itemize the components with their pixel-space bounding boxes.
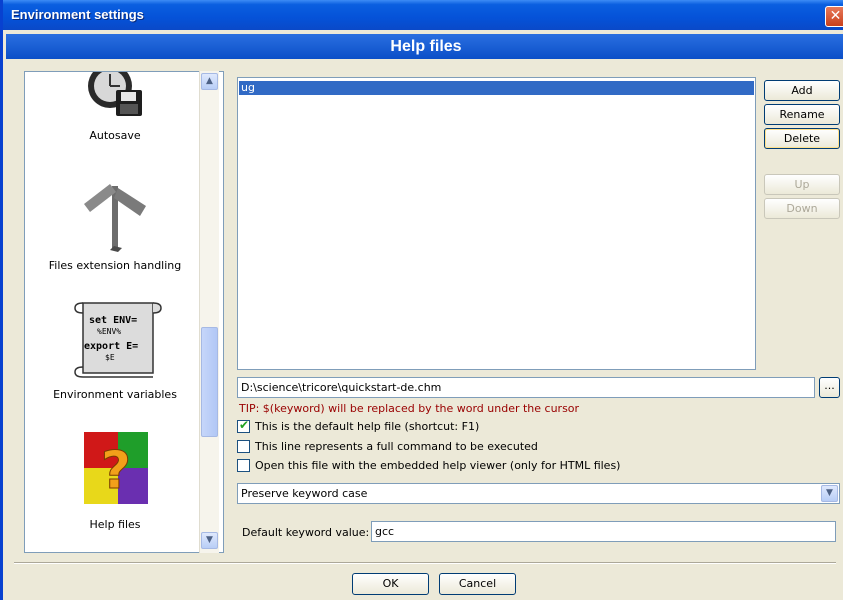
up-button[interactable]: Up (764, 174, 840, 195)
sidebar-item-label: Environment variables (53, 388, 177, 401)
environment-settings-window: Environment settings ✕ Help files Autosa… (0, 0, 843, 600)
close-icon[interactable]: ✕ (825, 6, 843, 27)
sidebar-item-environment-variables[interactable]: set ENV= %ENV% export E= $E (25, 297, 205, 383)
page-title: Help files (6, 34, 843, 59)
delete-button[interactable]: Delete (764, 128, 840, 149)
sidebar-item-label: Files extension handling (48, 259, 182, 272)
category-sidebar[interactable]: Autosave Files extension handling set EN… (24, 71, 224, 553)
checkbox-label[interactable]: Open this file with the embedded help vi… (255, 459, 620, 472)
checkbox-label[interactable]: This line represents a full command to b… (255, 440, 538, 453)
help-file-path-input[interactable]: D:\science\tricore\quickstart-de.chm (237, 377, 815, 398)
checkbox-box[interactable] (237, 459, 250, 472)
scroll-line: export E= (84, 341, 138, 352)
help-glyph: ? (101, 441, 131, 501)
down-button[interactable]: Down (764, 198, 840, 219)
list-item[interactable]: ug (239, 81, 754, 95)
select-value: Preserve keyword case (241, 487, 368, 500)
scroll-line: set ENV= (89, 315, 137, 326)
scroll-thumb[interactable] (201, 327, 218, 437)
rename-button[interactable]: Rename (764, 104, 840, 125)
sidebar-item-help-files[interactable]: ? (25, 426, 205, 512)
autosave-icon (88, 72, 142, 116)
checkmark-icon: ✔ (239, 418, 250, 432)
sidebar-scrollbar[interactable]: ▲ ▼ (199, 71, 219, 553)
browse-button[interactable]: ... (819, 377, 840, 398)
keyword-case-select[interactable]: Preserve keyword case ▼ (237, 483, 840, 504)
chevron-down-icon[interactable]: ▼ (821, 485, 838, 502)
scroll-line: $E (105, 353, 115, 362)
title-bar[interactable]: Environment settings ✕ (3, 0, 843, 30)
default-keyword-label: Default keyword value: (242, 526, 370, 539)
signpost-icon (84, 184, 146, 252)
help-files-list[interactable]: ug (237, 77, 756, 370)
help-box-icon: ? (84, 432, 148, 504)
cancel-button[interactable]: Cancel (439, 573, 516, 595)
scroll-up-icon[interactable]: ▲ (201, 73, 218, 90)
window-title: Environment settings (11, 7, 144, 22)
scroll-icon: set ENV= %ENV% export E= $E (74, 302, 162, 378)
sidebar-item-label: Help files (89, 518, 141, 531)
checkbox-label[interactable]: This is the default help file (shortcut:… (255, 420, 479, 433)
scroll-down-icon[interactable]: ▼ (201, 532, 218, 549)
divider (14, 562, 836, 564)
keyword-tip: TIP: $(keyword) will be replaced by the … (239, 402, 580, 415)
checkbox-box[interactable]: ✔ (237, 418, 250, 433)
scroll-line: %ENV% (97, 327, 121, 336)
add-button[interactable]: Add (764, 80, 840, 101)
default-keyword-input[interactable]: gcc (371, 521, 836, 542)
checkbox-box[interactable] (237, 440, 250, 453)
ok-button[interactable]: OK (352, 573, 429, 595)
sidebar-item-autosave[interactable] (25, 72, 205, 134)
sidebar-item-label: Autosave (89, 129, 141, 142)
sidebar-item-files-extension[interactable] (25, 164, 205, 254)
